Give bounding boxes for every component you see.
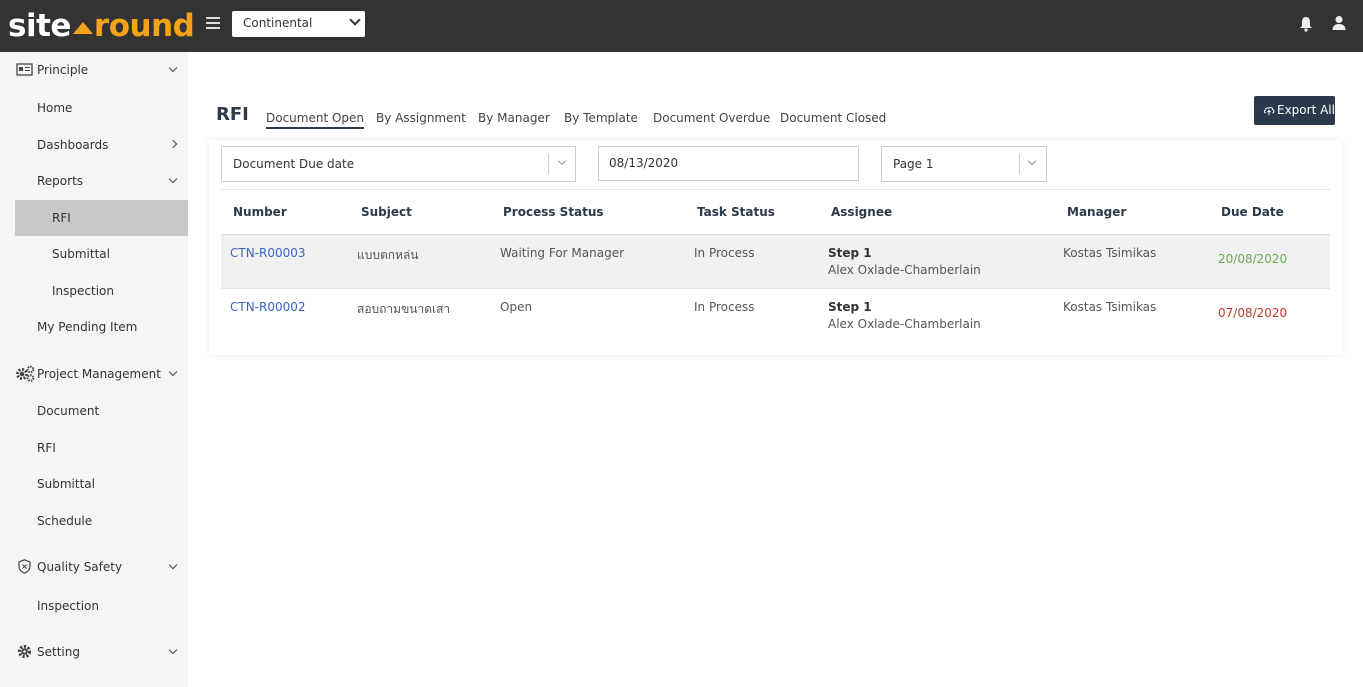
sidebar-item-label: Submittal [37, 477, 95, 491]
chevron-down-icon [557, 156, 567, 166]
chevron-down-icon [168, 367, 178, 377]
page-title: RFI [216, 104, 249, 125]
rfi-number-link[interactable]: CTN-R00003 [230, 246, 306, 260]
due-date: 20/08/2020 [1218, 252, 1288, 266]
sidebar-item-pm-submittal[interactable]: Submittal [0, 466, 188, 502]
sidebar-item-label: Submittal [52, 247, 110, 261]
column-header-number[interactable]: Number [233, 205, 287, 219]
sidebar-item-label: Inspection [52, 284, 114, 298]
sidebar-item-label: Schedule [37, 514, 93, 528]
sidebar-item-pm-document[interactable]: Document [0, 393, 188, 429]
column-header-manager[interactable]: Manager [1067, 205, 1126, 219]
due-date: 07/08/2020 [1218, 306, 1288, 320]
process-status: Waiting For Manager [500, 246, 625, 260]
sidebar-item-label: RFI [52, 211, 71, 225]
project-select-value: Continental [243, 16, 313, 30]
sidebar-item-label: Reports [37, 174, 84, 188]
export-all-label: Export All [1277, 103, 1335, 117]
sidebar-item-submittal[interactable]: Submittal [0, 236, 188, 272]
rfi-subject: สอบถามขนาดเสา [357, 302, 451, 316]
sidebar-item-rfi[interactable]: RFI [15, 200, 188, 236]
sidebar-item-label: Setting [37, 645, 80, 659]
tab-document-overdue[interactable]: Document Overdue [653, 111, 770, 125]
sidebar-item-label: Inspection [37, 599, 99, 613]
logo-text-site: site [8, 8, 71, 44]
gear-icon [17, 644, 32, 659]
user-icon[interactable] [1332, 15, 1346, 31]
assignee-step: Step 1 [828, 246, 872, 260]
sidebar-item-qs-inspection[interactable]: Inspection [0, 588, 188, 624]
sidebar-item-my-pending[interactable]: My Pending Item [0, 309, 188, 345]
tab-document-open[interactable]: Document Open [266, 111, 365, 129]
tab-by-manager[interactable]: By Manager [478, 111, 550, 125]
sidebar-item-project-management[interactable]: Project Management [0, 356, 188, 392]
rfi-subject: แบบตกหล่น [357, 248, 419, 262]
tab-by-assignment[interactable]: By Assignment [376, 111, 466, 125]
page-select[interactable]: Page 1 [881, 146, 1047, 182]
sidebar-item-label: Dashboards [37, 138, 109, 152]
manager-name: Kostas Tsimikas [1063, 246, 1157, 260]
shield-icon [18, 559, 31, 574]
task-status: In Process [694, 246, 755, 260]
column-header-assignee[interactable]: Assignee [831, 205, 892, 219]
menu-icon[interactable] [206, 17, 220, 29]
logo-triangle-icon [72, 22, 93, 34]
tab-document-closed[interactable]: Document Closed [780, 111, 886, 125]
process-status: Open [500, 300, 533, 314]
sidebar-item-home[interactable]: Home [0, 90, 188, 126]
date-type-value: Document Due date [233, 157, 355, 171]
date-field[interactable]: 08/13/2020 [598, 146, 859, 181]
brand-logo[interactable]: site round [8, 6, 195, 46]
sidebar-item-dashboards[interactable]: Dashboards [0, 127, 188, 163]
manager-name: Kostas Tsimikas [1063, 300, 1157, 314]
chevron-down-icon [168, 645, 178, 655]
sidebar-item-label: Document [37, 404, 100, 418]
sidebar-item-setting[interactable]: Setting [0, 634, 188, 670]
logo-text-round: round [93, 8, 195, 44]
cloud-upload-icon [1263, 106, 1275, 115]
sidebar-item-reports[interactable]: Reports [0, 163, 188, 199]
id-card-icon [16, 63, 33, 76]
sidebar-item-principle[interactable]: Principle [0, 52, 188, 88]
sidebar-item-label: Project Management [37, 367, 161, 381]
column-header-subject[interactable]: Subject [361, 205, 412, 219]
sidebar-item-label: Quality Safety [37, 560, 123, 574]
sidebar-item-label: My Pending Item [37, 320, 138, 334]
column-header-process-status[interactable]: Process Status [503, 205, 604, 219]
column-header-due-date[interactable]: Due Date [1221, 205, 1284, 219]
bell-icon[interactable] [1299, 16, 1313, 32]
tab-by-template[interactable]: By Template [564, 111, 638, 125]
chevron-down-icon [168, 560, 178, 570]
rfi-number-link[interactable]: CTN-R00002 [230, 300, 306, 314]
chevron-right-icon [168, 139, 178, 149]
sidebar-item-label: Principle [37, 63, 89, 77]
sidebar-item-pm-rfi[interactable]: RFI [0, 430, 188, 466]
date-field-value: 08/13/2020 [609, 156, 679, 170]
sidebar-item-inspection[interactable]: Inspection [0, 273, 188, 309]
task-status: In Process [694, 300, 755, 314]
page-select-value: Page 1 [893, 157, 934, 171]
assignee-name: Alex Oxlade-Chamberlain [828, 317, 981, 331]
chevron-down-icon [1027, 156, 1037, 166]
sidebar-item-label: Home [37, 101, 73, 115]
date-type-select[interactable]: Document Due date [221, 146, 576, 182]
chevron-down-icon [168, 63, 178, 73]
chevron-down-icon [349, 14, 361, 26]
chevron-down-icon [168, 174, 178, 184]
assignee-step: Step 1 [828, 300, 872, 314]
gears-icon [16, 365, 35, 382]
project-select[interactable]: Continental [232, 11, 365, 37]
export-all-button[interactable]: Export All [1254, 96, 1335, 125]
sidebar-item-quality-safety[interactable]: Quality Safety [0, 549, 188, 585]
sidebar-item-label: RFI [37, 441, 56, 455]
assignee-name: Alex Oxlade-Chamberlain [828, 263, 981, 277]
column-header-task-status[interactable]: Task Status [697, 205, 775, 219]
sidebar-item-pm-schedule[interactable]: Schedule [0, 503, 188, 539]
top-bar: site round Continental [0, 0, 1363, 52]
